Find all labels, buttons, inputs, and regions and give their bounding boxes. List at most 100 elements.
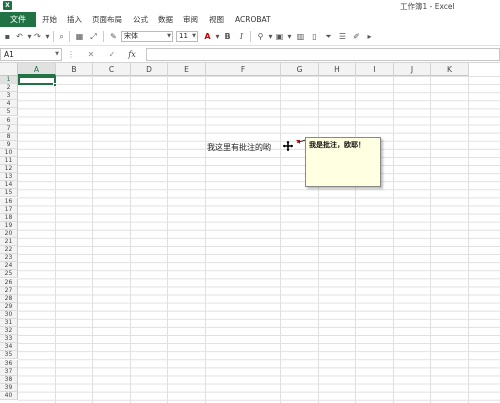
pen-icon[interactable]: ✐ [352,32,361,41]
grid-icon[interactable]: ▦ [75,32,84,41]
row-header-26[interactable]: 26 [0,278,18,287]
font-size-select[interactable]: 11 ▼ [176,31,198,42]
dropdown-icon[interactable]: ▾ [266,32,275,41]
row-header-6[interactable]: 6 [0,116,18,125]
row-header-33[interactable]: 33 [0,335,18,344]
column-header-h[interactable]: H [319,63,356,76]
row-header-21[interactable]: 21 [0,238,18,247]
picture-icon[interactable]: ▣ [275,32,284,41]
cell-area[interactable] [18,76,500,403]
tab-data[interactable]: 数据 [158,12,173,27]
row-header-9[interactable]: 9 [0,140,18,149]
row-header-7[interactable]: 7 [0,124,18,133]
insert-function-button[interactable]: fx [127,49,137,60]
more-icon[interactable]: ▸ [365,32,374,41]
chevron-down-icon: ▼ [167,33,171,39]
format-painter-icon[interactable]: ✎ [109,32,118,41]
row-header-37[interactable]: 37 [0,367,18,376]
cancel-button[interactable]: ✕ [86,49,96,60]
name-box[interactable]: A1 ▼ [0,48,62,61]
row-header-25[interactable]: 25 [0,270,18,279]
italic-button[interactable]: I [237,32,246,41]
row-header-20[interactable]: 20 [0,229,18,238]
row-header-18[interactable]: 18 [0,213,18,222]
row-header-15[interactable]: 15 [0,189,18,198]
tab-review[interactable]: 审阅 [183,12,198,27]
column-header-f[interactable]: F [206,63,281,76]
font-size-value: 11 [179,32,188,40]
row-header-35[interactable]: 35 [0,351,18,360]
row-header-10[interactable]: 10 [0,148,18,157]
row-header-38[interactable]: 38 [0,375,18,384]
row-header-17[interactable]: 17 [0,205,18,214]
row-header-28[interactable]: 28 [0,294,18,303]
row-header-16[interactable]: 16 [0,197,18,206]
column-header-b[interactable]: B [56,63,93,76]
dropdown-icon[interactable]: ▾ [43,32,52,41]
document-icon[interactable]: ▯ [310,32,319,41]
tab-home[interactable]: 开始 [42,12,57,27]
excel-icon: X [3,1,12,10]
row-header-19[interactable]: 19 [0,221,18,230]
tab-page-layout[interactable]: 页面布局 [92,12,122,27]
binoculars-icon[interactable]: ⚲ [256,32,265,41]
column-header-k[interactable]: K [431,63,469,76]
cell-e7[interactable]: 我这里有批注的哟 [207,142,271,153]
row-header-4[interactable]: 4 [0,100,18,109]
row-header-14[interactable]: 14 [0,181,18,190]
row-header-34[interactable]: 34 [0,343,18,352]
tab-insert[interactable]: 插入 [67,12,82,27]
column-header-g[interactable]: G [281,63,319,76]
row-header-11[interactable]: 11 [0,157,18,166]
row-header-23[interactable]: 23 [0,254,18,263]
column-header-d[interactable]: D [131,63,168,76]
row-header-29[interactable]: 29 [0,302,18,311]
column-header-j[interactable]: J [394,63,431,76]
print-preview-icon[interactable]: ⌕ [57,32,66,41]
bold-button[interactable]: B [223,32,232,41]
font-color-icon[interactable]: A [203,32,212,41]
row-header-24[interactable]: 24 [0,262,18,271]
move-cursor-icon [283,141,293,151]
comment-box[interactable]: 我是批注，欧耶！ [305,137,381,187]
filter-icon[interactable]: ⏷ [324,32,333,41]
row-header-3[interactable]: 3 [0,92,18,101]
row-header-13[interactable]: 13 [0,173,18,182]
enter-button[interactable]: ✓ [107,49,117,60]
row-header-1[interactable]: 1 [0,76,18,85]
row-header-2[interactable]: 2 [0,84,18,93]
tab-file[interactable]: 文件 [0,12,36,27]
row-header-36[interactable]: 36 [0,359,18,368]
row-header-12[interactable]: 12 [0,165,18,174]
font-name-select[interactable]: 宋体 ▼ [121,31,173,42]
redo-icon[interactable]: ↷ [33,32,42,41]
chart-icon[interactable]: ▥ [296,32,305,41]
fill-handle[interactable] [53,83,57,87]
column-header-c[interactable]: C [93,63,131,76]
row-header-39[interactable]: 39 [0,383,18,392]
dropdown-icon[interactable]: ▾ [213,32,222,41]
tab-view[interactable]: 视图 [209,12,224,27]
worksheet-grid[interactable]: ABCDEFGHIJK 1 2 3 4 5 6 7 8 9 10 11 12 13 14 15 16 17 18 1… [0,63,500,403]
tab-formulas[interactable]: 公式 [133,12,148,27]
dropdown-icon[interactable]: ▾ [285,32,294,41]
column-header-i[interactable]: I [356,63,394,76]
formula-input[interactable] [146,48,500,61]
column-header-e[interactable]: E [168,63,206,76]
expand-icon[interactable]: ⤢ [89,32,98,41]
table-icon[interactable]: ☰ [338,32,347,41]
row-header-27[interactable]: 27 [0,286,18,295]
save-icon[interactable]: ▪ [3,32,12,41]
row-header-30[interactable]: 30 [0,310,18,319]
active-cell-a1[interactable] [18,76,56,85]
row-header-22[interactable]: 22 [0,246,18,255]
tab-acrobat[interactable]: ACROBAT [235,12,271,27]
column-header-a[interactable]: A [18,63,56,76]
row-header-31[interactable]: 31 [0,319,18,328]
row-header-8[interactable]: 8 [0,132,18,141]
undo-icon[interactable]: ↶ [15,32,24,41]
row-header-32[interactable]: 32 [0,327,18,336]
row-header-40[interactable]: 40 [0,391,18,400]
row-header-5[interactable]: 5 [0,108,18,117]
select-all-button[interactable] [0,63,18,76]
